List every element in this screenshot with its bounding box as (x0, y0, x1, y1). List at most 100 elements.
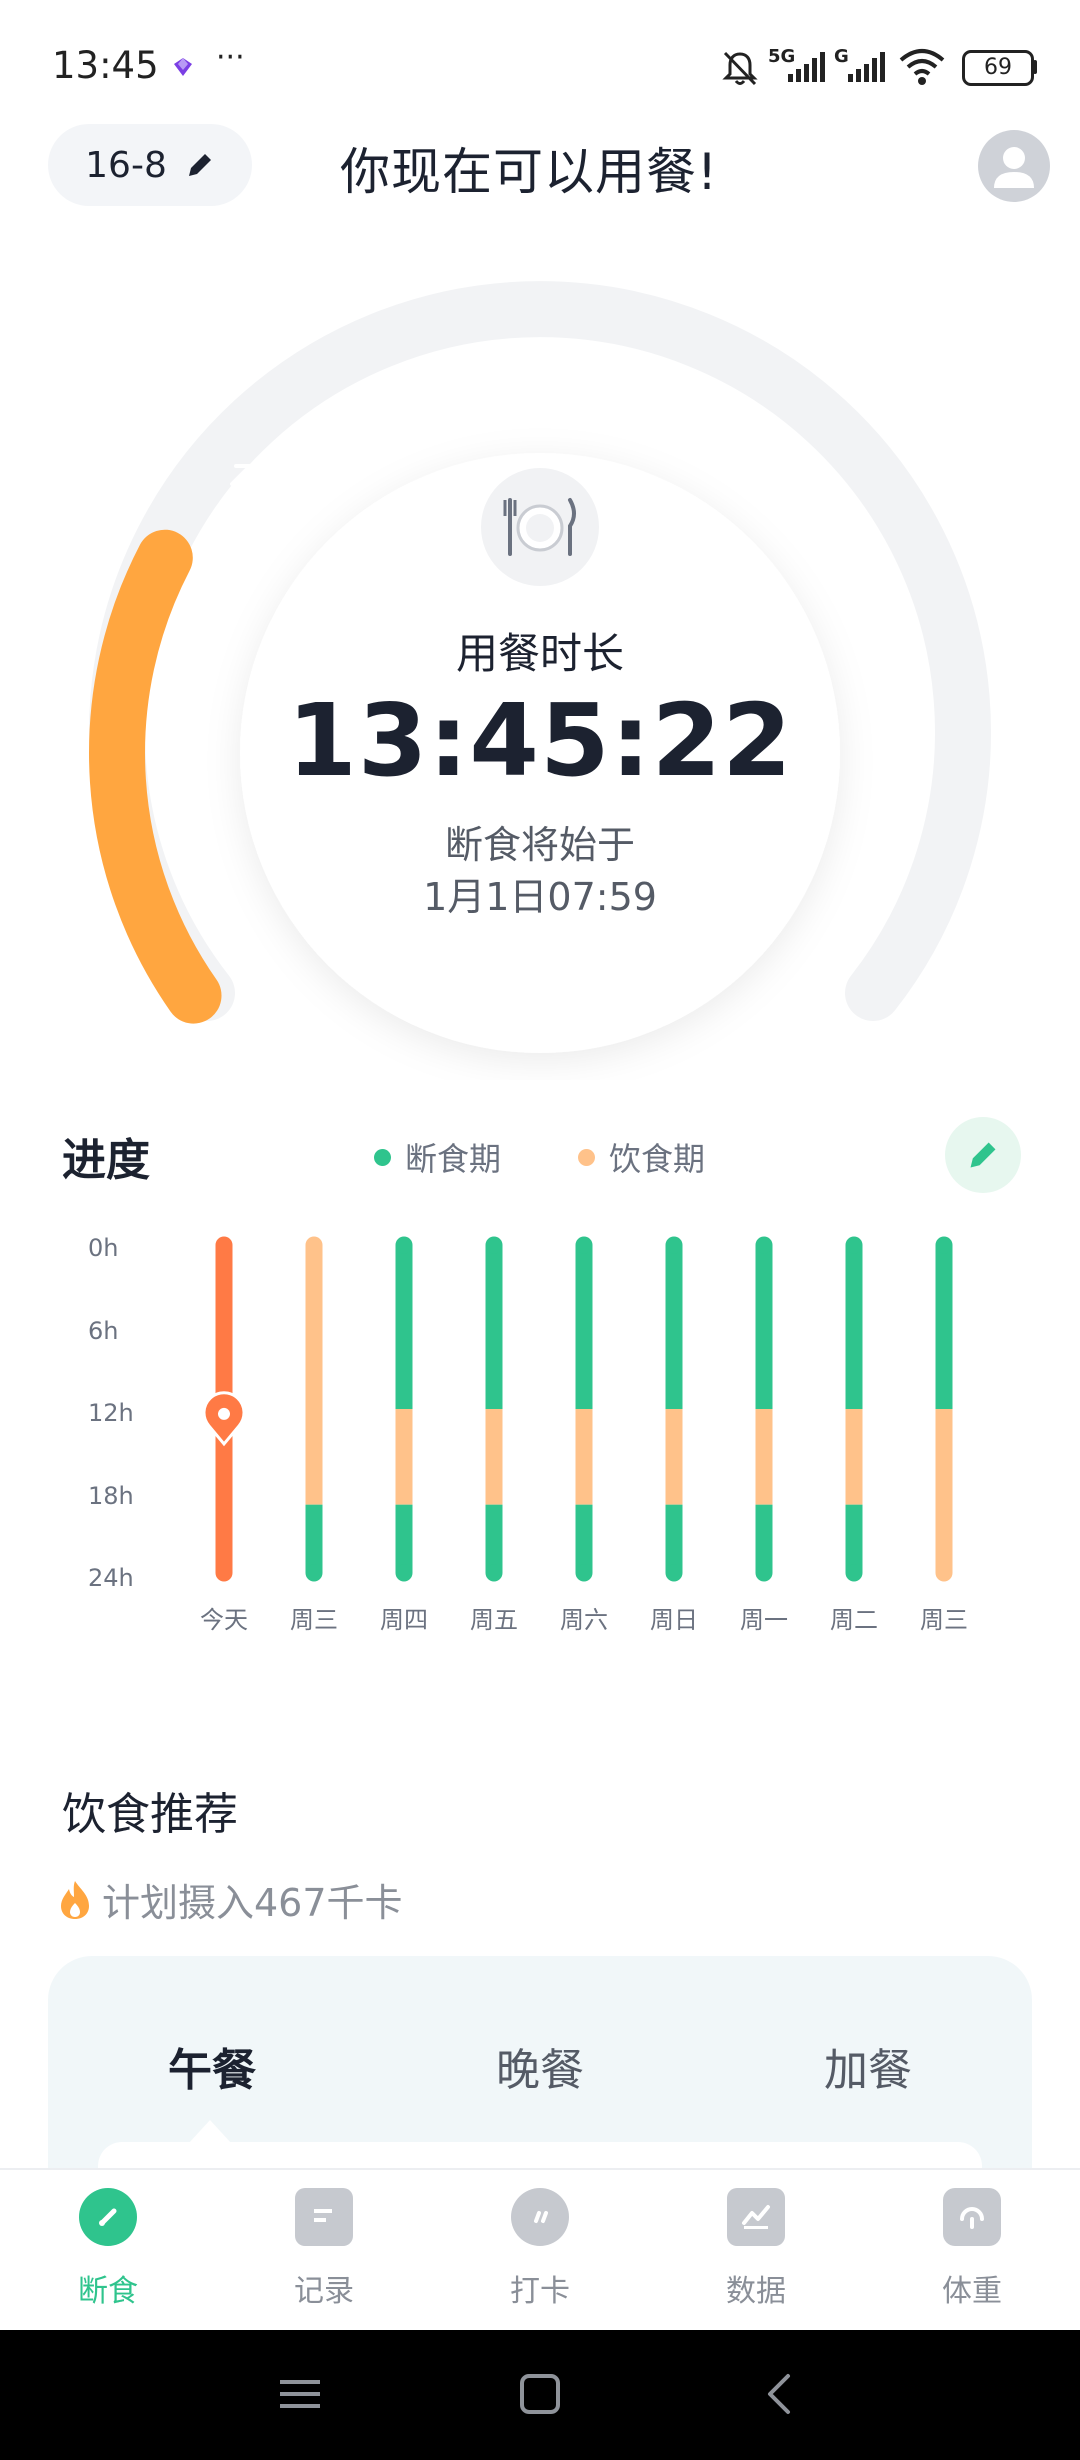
back-icon[interactable] (758, 2372, 802, 2416)
data-chart-icon (727, 2188, 785, 2246)
day-label: 周三 (290, 1606, 338, 1634)
home-icon[interactable] (518, 2372, 562, 2416)
tab-lunch[interactable]: 午餐 (62, 2034, 362, 2098)
signal-icon (788, 52, 825, 82)
legend-fasting-dot (374, 1148, 391, 1166)
plan-selector-button[interactable]: 16-8 (48, 124, 252, 206)
progress-title: 进度 (62, 1135, 150, 1186)
bar-cap (575, 1564, 593, 1582)
nav-checkin[interactable]: 打卡 (432, 2188, 648, 2310)
eating-segment (395, 1409, 413, 1505)
legend-eating-label: 饮食期 (609, 1140, 706, 1178)
eating-segment (665, 1409, 683, 1505)
fasting-timer-icon (79, 2188, 137, 2246)
legend-fasting-label: 断食期 (405, 1140, 502, 1178)
bar-cap (485, 1564, 503, 1582)
avatar-button[interactable] (978, 130, 1050, 202)
records-icon (295, 2188, 353, 2246)
arrow-up-right-icon (230, 464, 252, 486)
fasting-segment (575, 1504, 593, 1573)
edit-progress-button[interactable] (945, 1117, 1021, 1193)
fasting-segment (395, 1245, 413, 1409)
day-label: 周三 (920, 1606, 968, 1634)
fasting-segment (665, 1504, 683, 1573)
fasting-segment (845, 1245, 863, 1409)
legend-eating: 饮食期 (578, 1134, 705, 1180)
eating-segment (575, 1409, 593, 1505)
plan-label: 16-8 (85, 144, 167, 186)
flame-icon (61, 1880, 89, 1919)
plate-cutlery-icon (503, 498, 576, 556)
day-label: 周五 (470, 1606, 518, 1634)
bar-cap (215, 1564, 233, 1582)
day-label: 周二 (830, 1606, 878, 1634)
wifi-icon (899, 49, 945, 85)
nav-data-label: 数据 (726, 2274, 786, 2309)
eating-segment (305, 1245, 323, 1505)
eating-segment (845, 1409, 863, 1505)
mute-bell-icon (722, 51, 758, 86)
eating-segment (935, 1409, 953, 1573)
bar-cap (665, 1236, 683, 1254)
nav-records-label: 记录 (294, 2274, 354, 2309)
tab-snack[interactable]: 加餐 (718, 2034, 1018, 2098)
planned-calories-text: 计划摄入467千卡 (102, 1881, 403, 1925)
bar-cap (305, 1564, 323, 1582)
nav-records[interactable]: 记录 (216, 2188, 432, 2310)
day-label: 周四 (380, 1606, 428, 1634)
fasting-segment (485, 1245, 503, 1409)
bar-cap (305, 1236, 323, 1254)
nav-fasting[interactable]: 断食 (0, 2188, 216, 2310)
tab-dinner[interactable]: 晚餐 (390, 2034, 690, 2098)
fasting-segment (755, 1504, 773, 1573)
elapsed-timer: 13:45:22 (287, 682, 793, 799)
fasting-segment (935, 1245, 953, 1409)
fasting-segment (755, 1245, 773, 1409)
fasting-segment (305, 1504, 323, 1573)
nav-weight-label: 体重 (942, 2274, 1002, 2309)
diet-recommendation-title: 饮食推荐 (62, 1789, 238, 1840)
day-label: 周一 (740, 1606, 788, 1634)
battery-tip (1033, 60, 1037, 74)
meal-plate-icon (481, 468, 599, 586)
day-label: 周六 (560, 1606, 608, 1634)
signal-icon-2 (848, 52, 885, 82)
eating-segment (755, 1409, 773, 1505)
bar-cap (755, 1236, 773, 1254)
user-icon (994, 147, 1034, 188)
fasting-segment (665, 1245, 683, 1409)
fast-start-label: 断食将始于 (444, 823, 635, 867)
day-label: 今天 (200, 1606, 248, 1634)
fasting-segment (485, 1504, 503, 1573)
bar-cap (395, 1564, 413, 1582)
page-title: 你现在可以用餐! (340, 143, 719, 201)
planned-calories: 计划摄入467千卡 (58, 1872, 403, 1927)
nav-weight[interactable]: 体重 (864, 2188, 1080, 2310)
battery-indicator: 69 (962, 50, 1034, 86)
current-time-marker (202, 1391, 246, 1447)
weight-scale-icon (943, 2188, 1001, 2246)
checkin-chat-icon (511, 2188, 569, 2246)
bar-cap (215, 1236, 233, 1254)
bar-cap (755, 1564, 773, 1582)
progress-bar-chart: 今天 周三 周四 周五 周六 周日 周一 周二 周三 (200, 1236, 968, 1634)
menu-icon[interactable] (278, 2372, 322, 2416)
fasting-segment (395, 1504, 413, 1573)
bar-cap (395, 1236, 413, 1254)
more-notifications: ··· (216, 40, 245, 75)
pencil-icon (970, 1142, 996, 1168)
status-time: 13:45 (52, 44, 159, 87)
nav-data[interactable]: 数据 (648, 2188, 864, 2310)
eating-segment (485, 1409, 503, 1505)
app-notification-icon (174, 58, 192, 76)
pencil-icon (188, 154, 211, 176)
day-label: 周日 (650, 1606, 698, 1634)
bar-cap (845, 1236, 863, 1254)
tab-pointer (188, 2120, 232, 2144)
legend-eating-dot (578, 1148, 595, 1166)
fasting-segment (575, 1245, 593, 1409)
fast-start-time: 1月1日07:59 (423, 875, 657, 919)
bar-cap (935, 1564, 953, 1582)
fasting-segment (845, 1504, 863, 1573)
bar-cap (845, 1564, 863, 1582)
